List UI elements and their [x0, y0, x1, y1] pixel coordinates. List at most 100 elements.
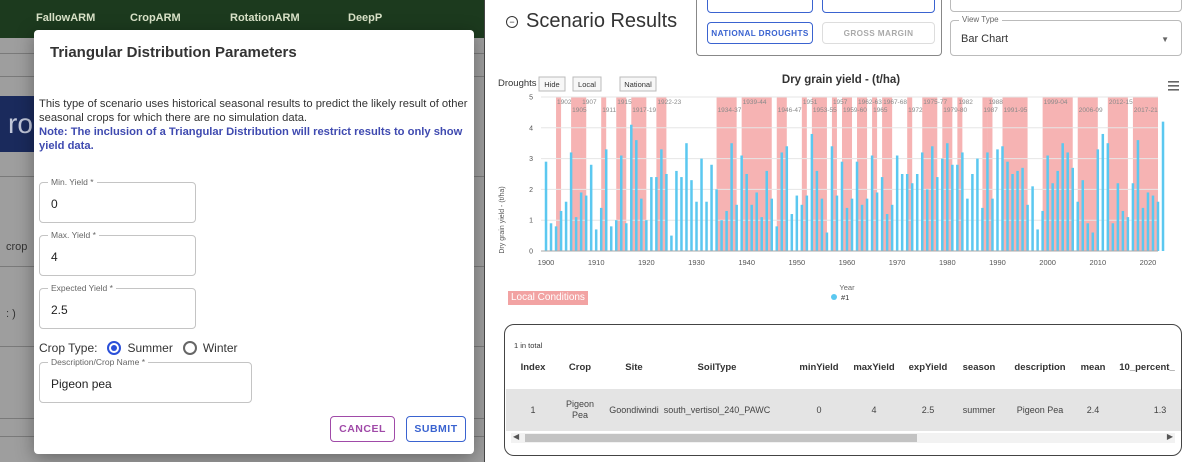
yield-bar[interactable] — [845, 207, 849, 251]
yield-bar[interactable] — [1086, 223, 1090, 251]
upper-select[interactable] — [950, 0, 1182, 12]
yield-bar[interactable] — [976, 158, 979, 251]
yield-bar[interactable] — [675, 170, 678, 251]
yield-bar[interactable] — [650, 177, 653, 251]
yield-bar[interactable] — [920, 152, 924, 251]
yield-bar[interactable] — [695, 201, 698, 251]
yield-bar[interactable] — [745, 174, 748, 251]
yield-bar[interactable] — [765, 170, 768, 251]
column-header-expyield[interactable]: expYield — [909, 362, 948, 373]
yield-bar[interactable] — [1141, 207, 1145, 251]
yield-bar[interactable] — [645, 220, 648, 251]
nav-item-deepp[interactable]: DeepP — [348, 12, 382, 24]
yield-bar[interactable] — [554, 226, 558, 251]
yield-bar[interactable] — [680, 177, 683, 251]
yield-bar[interactable] — [720, 220, 723, 251]
yield-bar[interactable] — [775, 226, 779, 251]
yield-bar[interactable] — [830, 146, 834, 251]
yield-bar[interactable] — [1146, 192, 1150, 251]
horizontal-scrollbar[interactable]: ◀ ▶ — [511, 432, 1175, 443]
scroll-left-icon[interactable]: ◀ — [513, 432, 519, 441]
yield-bar[interactable] — [655, 177, 658, 251]
national-button-label[interactable]: National — [624, 80, 652, 89]
scroll-right-icon[interactable]: ▶ — [1167, 432, 1173, 441]
yield-bar[interactable] — [665, 174, 668, 251]
yield-bar[interactable] — [725, 210, 728, 251]
yield-bar[interactable] — [670, 235, 673, 251]
local-button-label[interactable]: Local — [578, 80, 596, 89]
collapse-toggle-icon[interactable]: − — [506, 15, 518, 28]
summer-radio[interactable] — [107, 341, 122, 355]
yield-bar[interactable] — [840, 161, 844, 251]
yield-bar[interactable] — [946, 143, 949, 251]
yield-bar[interactable] — [1016, 170, 1019, 251]
yield-bar[interactable] — [705, 201, 708, 251]
yield-bar[interactable] — [1011, 174, 1014, 251]
yield-bar[interactable] — [735, 204, 738, 251]
national-droughts-button[interactable]: NATIONAL DROUGHTS — [707, 22, 813, 44]
yield-bar[interactable] — [635, 140, 638, 251]
yield-bar[interactable] — [1031, 186, 1034, 251]
yield-bar[interactable] — [875, 192, 879, 251]
yield-bar[interactable] — [820, 198, 824, 251]
yield-bar[interactable] — [805, 195, 809, 251]
yield-bar[interactable] — [1066, 152, 1069, 251]
yield-bar[interactable] — [795, 195, 799, 251]
winter-radio[interactable] — [182, 341, 197, 355]
yield-bar[interactable] — [750, 204, 753, 251]
yield-bar[interactable] — [1071, 167, 1074, 251]
yield-bar[interactable] — [1076, 201, 1079, 251]
yield-bar[interactable] — [1061, 143, 1064, 251]
min-yield-field[interactable]: Min. Yield * 0 — [39, 177, 196, 223]
yield-bar[interactable] — [564, 201, 568, 251]
description-field-value[interactable]: Pigeon pea — [51, 377, 112, 391]
column-header-minyield[interactable]: minYield — [799, 362, 838, 373]
yield-bar[interactable] — [1106, 143, 1110, 251]
expected-yield-value[interactable]: 2.5 — [51, 303, 68, 317]
yield-bar[interactable] — [1056, 170, 1059, 251]
max-yield-value[interactable]: 4 — [51, 250, 58, 264]
yield-bar[interactable] — [900, 174, 904, 251]
yield-bar[interactable] — [625, 223, 628, 251]
yield-bar[interactable] — [865, 198, 869, 251]
yield-bar[interactable] — [986, 152, 989, 251]
yield-bar[interactable] — [579, 192, 583, 251]
yield-bar[interactable] — [895, 155, 899, 251]
yield-bar[interactable] — [1096, 149, 1100, 251]
yield-bar[interactable] — [890, 204, 894, 251]
nav-item-rotationarm[interactable]: RotationARM — [230, 12, 300, 24]
yield-bar[interactable] — [584, 195, 588, 251]
yield-bar[interactable] — [544, 161, 548, 251]
column-header-10-percent[interactable]: 10_percent_ — [1119, 362, 1174, 373]
yield-bar[interactable] — [1116, 183, 1120, 251]
yield-bar[interactable] — [971, 174, 974, 251]
yield-bar[interactable] — [835, 195, 839, 251]
yield-bar[interactable] — [931, 146, 934, 251]
submit-button[interactable]: SUBMIT — [406, 416, 466, 442]
menu-line[interactable] — [1168, 85, 1179, 87]
column-header-index[interactable]: Index — [521, 362, 546, 373]
expected-yield-field[interactable]: Expected Yield * 2.5 — [39, 283, 196, 329]
gross-margin-button[interactable]: GROSS MARGIN — [822, 22, 935, 44]
yield-bar[interactable] — [915, 174, 919, 251]
yield-bar[interactable] — [594, 229, 598, 251]
yield-bar[interactable] — [604, 149, 608, 251]
yield-bar[interactable] — [966, 198, 969, 251]
upper-button-right[interactable] — [822, 0, 935, 13]
yield-bar[interactable] — [855, 161, 859, 251]
column-header-mean[interactable]: mean — [1081, 362, 1106, 373]
yield-bar[interactable] — [925, 189, 929, 251]
yield-bar[interactable] — [825, 232, 829, 251]
local-button[interactable]: Local — [572, 76, 602, 92]
yield-bar[interactable] — [549, 223, 553, 251]
table-row[interactable]: 1 Pigeon Pea Goondiwindi south_vertisol_… — [506, 389, 1181, 431]
yield-bar[interactable] — [800, 204, 804, 251]
column-header-crop[interactable]: Crop — [569, 362, 591, 373]
menu-line[interactable] — [1168, 89, 1179, 91]
yield-bar[interactable] — [760, 217, 763, 251]
yield-bar[interactable] — [1111, 223, 1115, 251]
yield-bar[interactable] — [936, 177, 939, 251]
yield-bar[interactable] — [715, 189, 718, 251]
column-header-season[interactable]: season — [963, 362, 996, 373]
yield-bar[interactable] — [961, 152, 964, 251]
